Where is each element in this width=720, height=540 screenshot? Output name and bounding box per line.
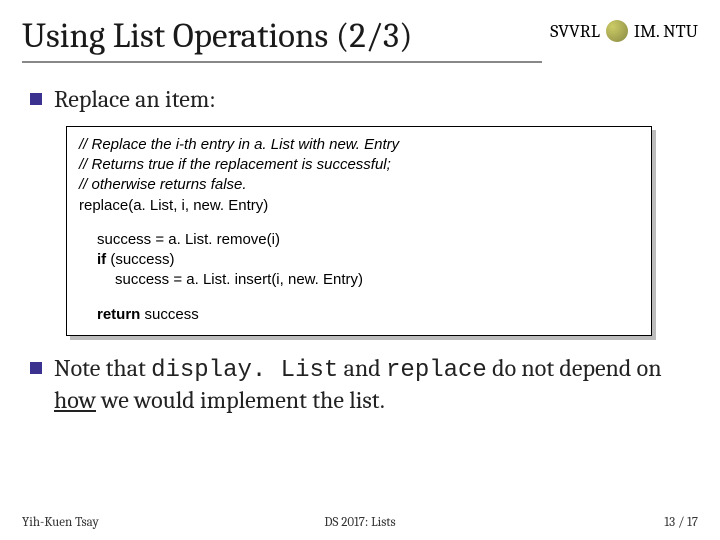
code-keyword: if <box>97 251 106 268</box>
slide-body: Replace an item: // Replace the i-th ent… <box>22 63 698 414</box>
code-box: // Replace the i-th entry in a. List wit… <box>66 126 652 336</box>
title-wrap: Using List Operations (2/3) <box>22 18 542 63</box>
footer-course: DS 2017: Lists <box>22 515 698 530</box>
text: Note that <box>54 354 151 382</box>
code-line: if (success) <box>79 250 639 270</box>
org-label: SVVRL IM. NTU <box>550 20 698 42</box>
footer: Yih-Kuen Tsay DS 2017: Lists 13 / 17 <box>22 515 698 530</box>
text: and <box>338 354 386 382</box>
code-inline: replace <box>386 357 487 384</box>
code-text: (success) <box>106 251 174 268</box>
code-line: replace(a. List, i, new. Entry) <box>79 196 639 216</box>
code-keyword: return <box>97 306 140 323</box>
bullet-icon <box>30 362 42 374</box>
code-line: success = a. List. insert(i, new. Entry) <box>79 270 639 290</box>
ntu-logo-icon <box>606 20 628 42</box>
text: we would implement the list. <box>96 386 385 414</box>
text: do not depend on <box>487 354 662 382</box>
page-title: Using List Operations (2/3) <box>22 18 532 61</box>
code-text: success <box>140 306 198 323</box>
header: Using List Operations (2/3) SVVRL IM. NT… <box>22 18 698 63</box>
code-comment: // otherwise returns false. <box>79 175 639 195</box>
code-comment: // Returns true if the replacement is su… <box>79 155 639 175</box>
slide: Using List Operations (2/3) SVVRL IM. NT… <box>0 0 720 540</box>
org-left: SVVRL <box>550 21 600 42</box>
bullet-item: Replace an item: <box>30 85 690 114</box>
code-line: return success <box>79 305 639 325</box>
org-right: IM. NTU <box>634 21 698 42</box>
bullet-icon <box>30 93 42 105</box>
code-blank <box>79 216 639 230</box>
bullet-text: Replace an item: <box>54 85 216 114</box>
code-comment: // Replace the i-th entry in a. List wit… <box>79 135 639 155</box>
code-blank <box>79 291 639 305</box>
text-underline: how <box>54 386 96 414</box>
code-inline: display. List <box>151 357 338 384</box>
code-line: success = a. List. remove(i) <box>79 230 639 250</box>
bullet-text: Note that display. List and replace do n… <box>54 354 690 415</box>
bullet-item: Note that display. List and replace do n… <box>30 354 690 415</box>
